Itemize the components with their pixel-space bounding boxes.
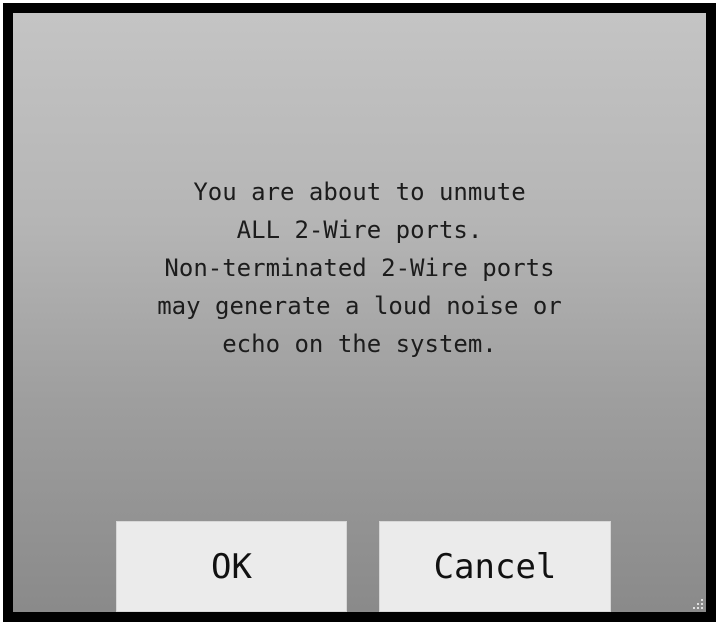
dialog-message: You are about to unmute ALL 2-Wire ports… xyxy=(13,173,706,363)
confirm-dialog-frame: You are about to unmute ALL 2-Wire ports… xyxy=(3,3,716,622)
cancel-button[interactable]: Cancel xyxy=(379,521,611,612)
resize-grip-icon[interactable] xyxy=(692,598,704,610)
dialog-message-line: You are about to unmute xyxy=(193,178,526,206)
dialog-message-line: echo on the system. xyxy=(222,330,497,358)
dialog-message-line: ALL 2-Wire ports. xyxy=(236,216,483,244)
confirm-dialog: You are about to unmute ALL 2-Wire ports… xyxy=(13,13,706,612)
dialog-message-line: may generate a loud noise or xyxy=(157,292,562,320)
ok-button[interactable]: OK xyxy=(116,521,347,612)
dialog-message-line: Non-terminated 2-Wire ports xyxy=(164,254,555,282)
